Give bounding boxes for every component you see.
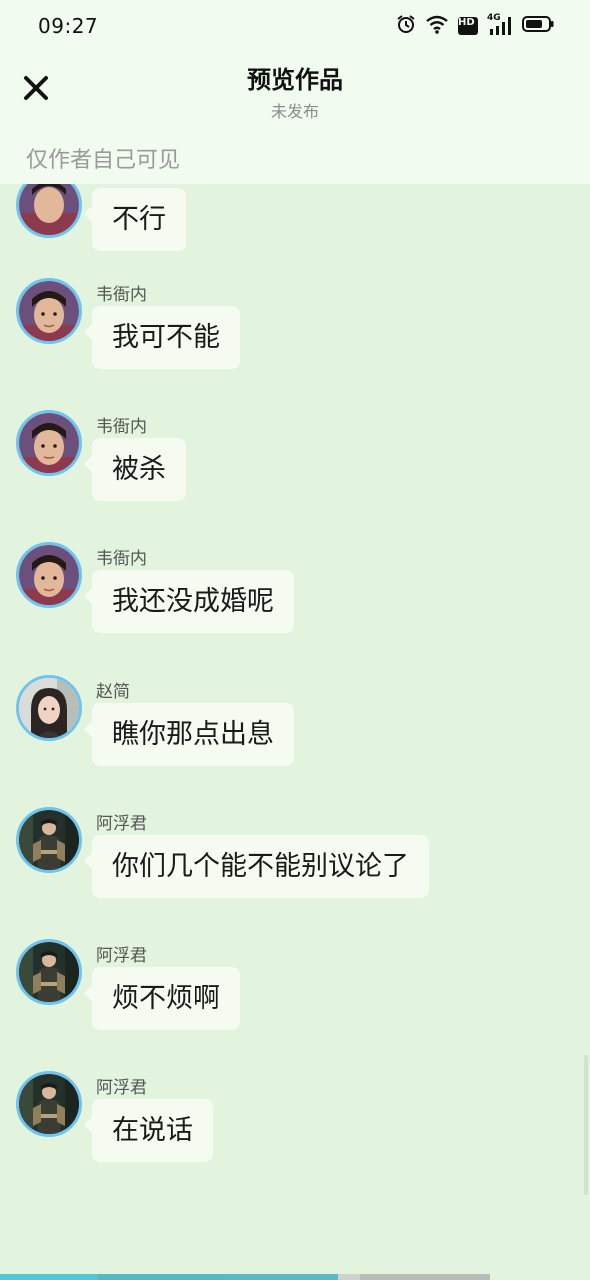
bottom-progress-bar: [0, 1274, 590, 1280]
sender-name: 赵简: [96, 682, 130, 702]
message-bubble[interactable]: 我还没成婚呢: [84, 570, 294, 633]
message-bubble[interactable]: 被杀: [84, 438, 186, 501]
avatar-warrior[interactable]: [16, 1071, 82, 1137]
wifi-icon: [425, 14, 449, 38]
status-bar: 09:27 HD 4G: [0, 0, 590, 52]
publish-status: 未发布: [270, 102, 319, 121]
chat-thread[interactable]: 不行 韦衙内 我可不能 韦衙内 被杀 韦衙内 我还没成婚呢 赵简 瞧你那点出息 …: [0, 0, 590, 1280]
sender-name: 韦衙内: [96, 549, 147, 569]
visibility-note: 仅作者自己可见: [26, 148, 181, 173]
battery-icon: [522, 15, 554, 37]
status-icons: HD 4G: [396, 13, 554, 38]
alarm-icon: [396, 14, 416, 38]
status-time: 09:27: [38, 14, 99, 38]
message-bubble[interactable]: 在说话: [84, 1099, 213, 1162]
sender-name: 阿浮君: [96, 1078, 147, 1098]
sender-name: 韦衙内: [96, 417, 147, 437]
sender-name: 阿浮君: [96, 946, 147, 966]
message-bubble[interactable]: 烦不烦啊: [84, 967, 240, 1030]
avatar-warrior[interactable]: [16, 939, 82, 1005]
avatar-man[interactable]: [16, 410, 82, 476]
avatar-woman[interactable]: [16, 675, 82, 741]
top-panel: 09:27 HD 4G 预览作品 未发布 仅作者自己可见: [0, 0, 590, 184]
sender-name: 韦衙内: [96, 285, 147, 305]
avatar-warrior[interactable]: [16, 807, 82, 873]
avatar-man[interactable]: [16, 542, 82, 608]
message-bubble[interactable]: 不行: [84, 188, 186, 251]
sender-name: 阿浮君: [96, 814, 147, 834]
hd-icon: HD: [458, 17, 478, 35]
signal-4g-icon: 4G: [487, 13, 513, 37]
page-title: 预览作品: [247, 66, 343, 94]
message-bubble[interactable]: 我可不能: [84, 306, 240, 369]
message-bubble[interactable]: 你们几个能不能别议论了: [84, 835, 429, 898]
avatar-man[interactable]: [16, 278, 82, 344]
scrollbar[interactable]: [584, 1055, 588, 1195]
message-bubble[interactable]: 瞧你那点出息: [84, 703, 294, 766]
